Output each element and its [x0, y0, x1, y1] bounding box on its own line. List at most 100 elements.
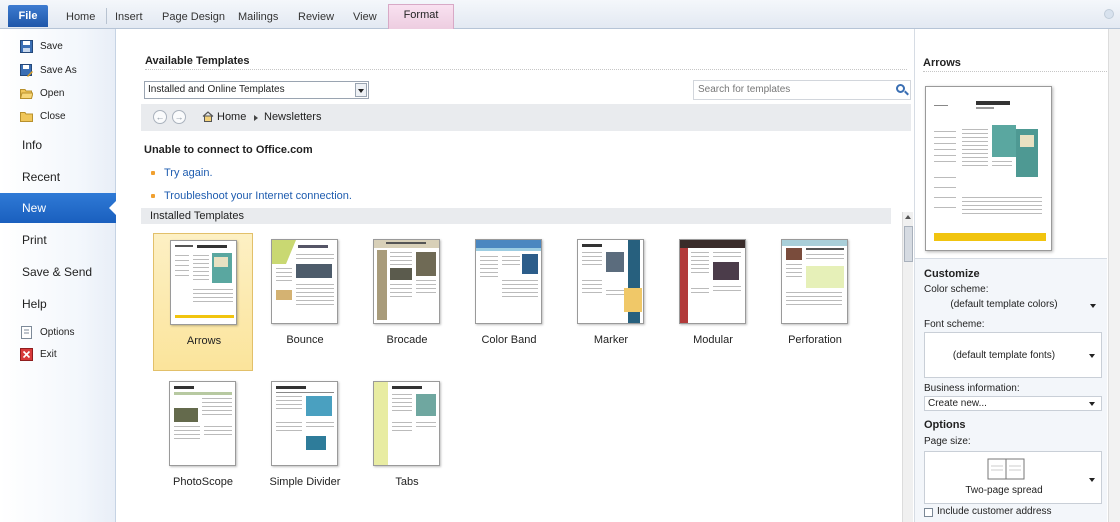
breadcrumb-home[interactable]: Home	[217, 110, 246, 124]
troubleshoot-text[interactable]: Troubleshoot your Internet connection.	[164, 190, 352, 202]
template-source-value: Installed and Online Templates	[148, 84, 285, 95]
page-size-select[interactable]: Two-page spread	[924, 451, 1102, 504]
page-title: Available Templates	[145, 55, 250, 67]
tab-mailings[interactable]: Mailings	[238, 8, 278, 26]
open-label: Open	[40, 88, 65, 99]
tab-file[interactable]: File	[8, 5, 48, 27]
business-information-value: Create new...	[928, 398, 987, 409]
options-icon	[21, 326, 32, 339]
template-label: Tabs	[395, 476, 419, 488]
search-input[interactable]: Search for templates	[693, 80, 911, 100]
connection-warning: Unable to connect to Office.com	[144, 144, 313, 156]
nav-item-new[interactable]: New	[0, 193, 117, 223]
preview-title: Arrows	[923, 57, 961, 69]
save-as-icon	[20, 64, 33, 77]
template-preview-image	[925, 86, 1052, 251]
options-header: Options	[924, 419, 966, 431]
template-thumbnail	[271, 239, 338, 324]
template-label: Bounce	[286, 334, 324, 346]
template-label: Brocade	[386, 334, 428, 346]
template-label: Simple Divider	[269, 476, 341, 488]
nav-item-save-send[interactable]: Save & Send	[0, 257, 116, 287]
chevron-down-icon[interactable]	[355, 83, 367, 97]
font-scheme-select[interactable]: (default template fonts)	[924, 332, 1102, 378]
tab-review[interactable]: Review	[298, 8, 334, 26]
available-templates-pane: Available Templates Installed and Online…	[117, 29, 913, 522]
business-information-label: Business information:	[924, 383, 1020, 394]
save-as-label: Save As	[40, 65, 77, 76]
help-icon[interactable]	[1104, 9, 1114, 19]
template-label: Color Band	[481, 334, 537, 346]
breadcrumb-newsletters: Newsletters	[264, 111, 322, 123]
try-again-text[interactable]: Try again.	[164, 167, 213, 179]
template-source-select[interactable]: Installed and Online Templates	[144, 81, 369, 99]
business-information-select[interactable]: Create new...	[924, 396, 1102, 411]
nav-item-print[interactable]: Print	[0, 225, 116, 255]
two-page-spread-icon	[987, 458, 1025, 480]
tab-format-label: Format	[403, 9, 439, 21]
template-photoscope[interactable]: PhotoScope	[153, 375, 253, 513]
template-thumbnail	[169, 381, 236, 466]
bullet-icon	[151, 194, 155, 198]
tab-format[interactable]: Format	[388, 4, 454, 29]
close-folder-icon	[20, 112, 33, 122]
template-label: PhotoScope	[173, 476, 233, 488]
nav-item-help[interactable]: Help	[0, 289, 116, 319]
nav-item-info[interactable]: Info	[0, 130, 116, 160]
template-tabs[interactable]: Tabs	[357, 375, 457, 513]
exit-icon	[20, 348, 33, 361]
nav-item-recent[interactable]: Recent	[0, 162, 116, 192]
template-preview-pane: Arrows Customize Color scheme: (default …	[914, 29, 1120, 522]
forward-icon[interactable]: →	[172, 110, 186, 124]
home-icon[interactable]	[202, 111, 214, 122]
template-label: Marker	[593, 334, 629, 346]
divider	[923, 71, 1111, 72]
font-scheme-value: (default template fonts)	[952, 350, 1056, 361]
template-modular[interactable]: Modular	[663, 233, 763, 371]
templates-scrollbar[interactable]	[902, 212, 913, 522]
include-customer-address-label: Include customer address	[937, 506, 1052, 517]
bullet-icon	[151, 171, 155, 175]
chevron-down-icon[interactable]	[1089, 402, 1095, 406]
template-label: Arrows	[186, 335, 222, 347]
tab-home[interactable]: Home	[66, 8, 95, 26]
right-panel-scrollbar[interactable]	[1108, 29, 1120, 522]
chevron-down-icon[interactable]	[1089, 354, 1095, 358]
exit-label: Exit	[40, 349, 57, 360]
template-label: Perforation	[788, 334, 842, 346]
open-folder-icon	[20, 89, 33, 99]
template-thumbnail	[679, 239, 746, 324]
template-brocade[interactable]: Brocade	[357, 233, 457, 371]
chevron-down-icon[interactable]	[1090, 304, 1096, 308]
tab-view[interactable]: View	[353, 8, 377, 26]
page-size-value: Two-page spread	[965, 485, 1043, 496]
breadcrumb: ← → Home Newsletters	[141, 104, 911, 131]
close-label: Close	[40, 111, 66, 122]
chevron-down-icon[interactable]	[1089, 478, 1095, 482]
color-scheme-value: (default template colors)	[950, 299, 1058, 310]
customize-panel: Customize Color scheme: (default templat…	[915, 258, 1107, 522]
template-thumbnail	[781, 239, 848, 324]
template-perforation[interactable]: Perforation	[765, 233, 865, 371]
tab-page-design[interactable]: Page Design	[162, 8, 225, 26]
template-marker[interactable]: Marker	[561, 233, 661, 371]
template-color-band[interactable]: Color Band	[459, 233, 559, 371]
template-bounce[interactable]: Bounce	[255, 233, 355, 371]
color-scheme-select[interactable]: (default template colors)	[924, 298, 1102, 313]
template-arrows[interactable]: Arrows	[153, 233, 253, 371]
breadcrumb-arrow-icon	[254, 115, 258, 121]
template-thumbnail	[577, 239, 644, 324]
template-thumbnail	[271, 381, 338, 466]
template-thumbnail	[475, 239, 542, 324]
tab-insert[interactable]: Insert	[115, 8, 143, 26]
include-customer-address-checkbox[interactable]	[924, 508, 933, 517]
template-simple-divider[interactable]: Simple Divider	[255, 375, 355, 513]
scroll-up-icon[interactable]	[905, 215, 911, 219]
ribbon-tab-bar: File Home Insert Page Design Mailings Re…	[0, 0, 1120, 29]
template-thumbnail	[373, 381, 440, 466]
back-icon[interactable]: ←	[153, 110, 167, 124]
options-label: Options	[40, 327, 75, 338]
scrollbar-thumb[interactable]	[904, 226, 913, 262]
page-size-label: Page size:	[924, 436, 971, 447]
search-icon[interactable]	[896, 84, 905, 93]
